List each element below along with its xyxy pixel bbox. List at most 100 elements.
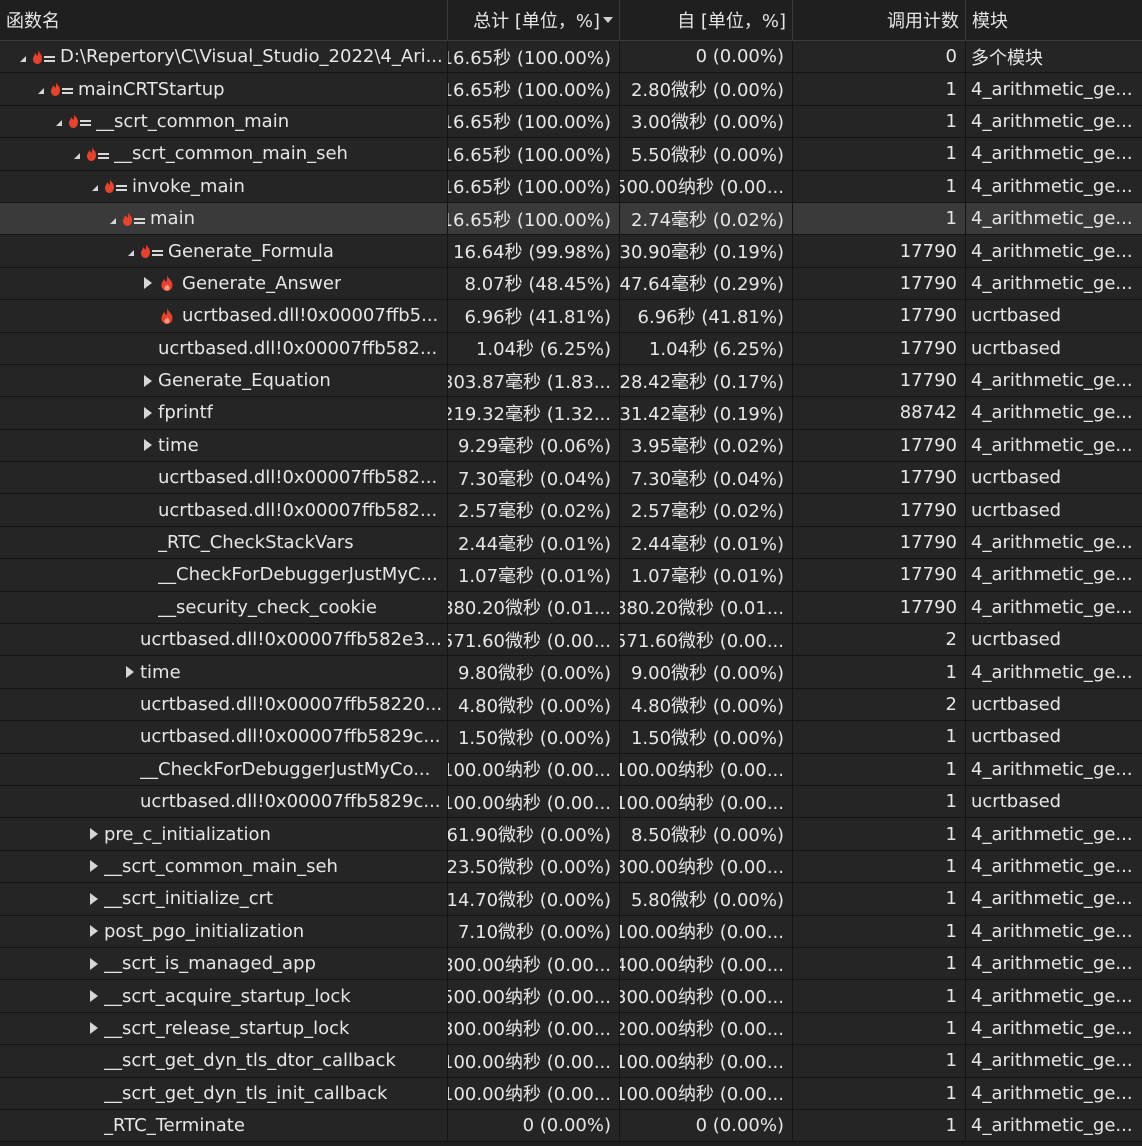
self-cell: 100.00纳秒 (0.00... <box>620 785 793 818</box>
triangle-collapsed-icon[interactable] <box>86 988 102 1004</box>
triangle-expanded-icon[interactable] <box>50 113 66 129</box>
table-row[interactable]: __scrt_is_managed_app 800.00纳秒 (0.00... 40… <box>0 947 1142 981</box>
call-tree-grid: 函数名 总计 [单位，%] 自 [单位，%] 调用计数 模块 D:\Repert… <box>0 0 1142 1146</box>
table-row[interactable]: __scrt_get_dyn_tls_init_callback 100.00纳秒… <box>0 1077 1142 1110</box>
table-row[interactable]: ucrtbased.dll!0x00007ffb582e3... 571.60微秒… <box>0 624 1142 657</box>
table-row[interactable]: __CheckForDebuggerJustMyCo... 100.00纳秒 (0… <box>0 753 1142 786</box>
function-name-cell: pre_c_initialization <box>0 818 448 850</box>
triangle-expanded-icon[interactable] <box>32 81 48 97</box>
self-cell: 200.00纳秒 (0.00... <box>620 1012 793 1045</box>
column-header-function-name[interactable]: 函数名 <box>0 0 448 40</box>
table-row[interactable]: Generate_Equation 303.87毫秒 (1.83... 28.42毫… <box>0 364 1142 398</box>
function-name: post_pgo_initialization <box>104 920 305 942</box>
column-header-total[interactable]: 总计 [单位，%] <box>448 0 620 40</box>
table-row[interactable]: __scrt_common_main_seh 16.65秒 (100.00%) 5.… <box>0 138 1142 171</box>
table-row[interactable]: time 9.80微秒 (0.00%) 9.00微秒 (0.00%) 1 4_arith… <box>0 656 1142 689</box>
hot-path-icon <box>122 210 148 228</box>
triangle-collapsed-icon[interactable] <box>86 826 102 842</box>
table-row[interactable]: ucrtbased.dll!0x00007ffb582... 7.30毫秒 (0.… <box>0 462 1142 495</box>
self-cell: 0 (0.00%) <box>620 1109 793 1142</box>
function-name: __scrt_common_main_seh <box>114 143 348 165</box>
table-row[interactable]: ucrtbased.dll!0x00007ffb582... 2.57毫秒 (0.… <box>0 494 1142 527</box>
triangle-expanded-icon[interactable] <box>86 178 102 194</box>
column-header-self-label: 自 [单位，%] <box>677 11 786 32</box>
table-row[interactable]: post_pgo_initialization 7.10微秒 (0.00%) 100… <box>0 915 1142 948</box>
table-row[interactable]: Generate_Formula 16.64秒 (99.98%) 30.90毫秒 (… <box>0 235 1142 268</box>
triangle-collapsed-icon[interactable] <box>86 858 102 874</box>
table-row[interactable]: _RTC_Terminate 0 (0.00%) 0 (0.00%) 1 4_arith… <box>0 1109 1142 1143</box>
triangle-collapsed-icon[interactable] <box>140 373 156 389</box>
total-cell: 7.10微秒 (0.00%) <box>448 915 620 947</box>
table-row[interactable]: ucrtbased.dll!0x00007ffb5... 6.96秒 (41.81… <box>0 300 1142 333</box>
function-name-content: _RTC_CheckStackVars <box>6 532 354 553</box>
function-name: ucrtbased.dll!0x00007ffb5... <box>182 305 439 327</box>
self-cell: 880.20微秒 (0.01... <box>620 591 793 624</box>
table-row[interactable]: ucrtbased.dll!0x00007ffb5829c... 1.50微秒 (… <box>0 721 1142 754</box>
function-name-content: __scrt_get_dyn_tls_dtor_callback <box>6 1050 396 1071</box>
triangle-collapsed-icon[interactable] <box>140 275 156 291</box>
function-name-cell: __scrt_common_main_seh <box>0 138 448 170</box>
module-cell: ucrtbased <box>971 694 1062 715</box>
table-row[interactable]: __scrt_acquire_startup_lock 500.00纳秒 (0.0… <box>0 980 1142 1013</box>
table-row[interactable]: _RTC_CheckStackVars 2.44毫秒 (0.01%) 2.44毫秒 … <box>0 526 1142 560</box>
function-name: time <box>158 434 199 456</box>
column-header-self[interactable]: 自 [单位，%] <box>620 0 793 40</box>
table-row[interactable]: ucrtbased.dll!0x00007ffb582... 1.04秒 (6.2… <box>0 332 1142 365</box>
self-cell: 28.42毫秒 (0.17%) <box>620 364 793 397</box>
table-row[interactable]: __scrt_get_dyn_tls_dtor_callback 100.00纳秒… <box>0 1045 1142 1078</box>
hot-path-icon <box>140 242 166 260</box>
table-row[interactable]: __security_check_cookie 880.20微秒 (0.01...… <box>0 591 1142 625</box>
table-row[interactable]: ucrtbased.dll!0x00007ffb58220... 4.80微秒 (… <box>0 688 1142 722</box>
function-name-content: ucrtbased.dll!0x00007ffb5... <box>6 305 438 326</box>
table-row[interactable]: __scrt_common_main 16.65秒 (100.00%) 3.00微秒… <box>0 105 1142 139</box>
function-name: Generate_Formula <box>168 240 334 262</box>
table-row[interactable]: main 16.65秒 (100.00%) 2.74毫秒 (0.02%) 1 4_ari… <box>0 202 1142 236</box>
triangle-collapsed-icon-cutout <box>91 830 96 839</box>
triangle-collapsed-icon[interactable] <box>86 956 102 972</box>
triangle-collapsed-icon[interactable] <box>140 405 156 421</box>
function-name-content: __scrt_is_managed_app <box>6 953 316 974</box>
triangle-collapsed-icon[interactable] <box>122 664 138 680</box>
self-cell: 31.42毫秒 (0.19%) <box>620 397 793 429</box>
module-cell: 4_arithmetic_ge... <box>971 661 1133 683</box>
call-count-cell: 0 <box>793 41 966 73</box>
table-row[interactable]: __scrt_initialize_crt 14.70微秒 (0.00%) 5.80… <box>0 883 1142 916</box>
table-row[interactable]: fprintf 219.32毫秒 (1.32... 31.42毫秒 (0.19%) 8… <box>0 397 1142 430</box>
column-header-call-count[interactable]: 调用计数 <box>793 0 966 40</box>
function-name-content: __security_check_cookie <box>6 597 377 618</box>
function-name-cell: __scrt_get_dyn_tls_dtor_callback <box>0 1045 448 1077</box>
self-cell: 1.07毫秒 (0.01%) <box>620 559 793 591</box>
triangle-expanded-icon[interactable] <box>122 243 138 259</box>
function-name-content: __scrt_get_dyn_tls_init_callback <box>6 1083 387 1104</box>
table-row[interactable]: Generate_Answer 8.07秒 (48.45%) 47.64毫秒 (0.… <box>0 267 1142 301</box>
call-count-cell: 1 <box>793 753 966 785</box>
table-row[interactable]: __scrt_release_startup_lock 300.00纳秒 (0.0… <box>0 1012 1142 1046</box>
triangle-collapsed-icon[interactable] <box>86 923 102 939</box>
function-name-content: Generate_Formula <box>6 241 334 262</box>
triangle-expanded-icon[interactable] <box>104 211 120 227</box>
table-row[interactable]: mainCRTStartup 16.65秒 (100.00%) 2.80微秒 (0.… <box>0 73 1142 106</box>
triangle-collapsed-icon[interactable] <box>86 891 102 907</box>
module-cell: 4_arithmetic_ge... <box>971 240 1133 262</box>
table-row[interactable]: pre_c_initialization 61.90微秒 (0.00%) 8.50微… <box>0 818 1142 851</box>
triangle-collapsed-icon[interactable] <box>140 437 156 453</box>
triangle-collapsed-icon[interactable] <box>86 1020 102 1036</box>
module-cell: ucrtbased <box>971 629 1062 651</box>
column-header-module[interactable]: 模块 <box>966 0 1142 40</box>
table-row[interactable]: time 9.29毫秒 (0.06%) 3.95毫秒 (0.02%) 17790 4_a… <box>0 429 1142 463</box>
table-row[interactable]: __CheckForDebuggerJustMyC... 1.07毫秒 (0.01… <box>0 559 1142 592</box>
function-name-cell: Generate_Answer <box>0 267 448 300</box>
triangle-expanded-icon[interactable] <box>68 146 84 162</box>
table-row[interactable]: D:\Repertory\C\Visual_Studio_2022\4_Ari.… <box>0 41 1142 74</box>
table-row[interactable]: invoke_main 16.65秒 (100.00%) 500.00纳秒 (0.0… <box>0 170 1142 203</box>
triangle-expanded-icon[interactable] <box>14 49 30 65</box>
self-cell: 100.00纳秒 (0.00... <box>620 753 793 785</box>
call-count-cell: 17790 <box>793 591 966 624</box>
table-row[interactable]: __scrt_common_main_seh 23.50微秒 (0.00%) 300… <box>0 850 1142 884</box>
table-row[interactable]: ucrtbased.dll!0x00007ffb5829c... 100.00纳秒… <box>0 785 1142 819</box>
